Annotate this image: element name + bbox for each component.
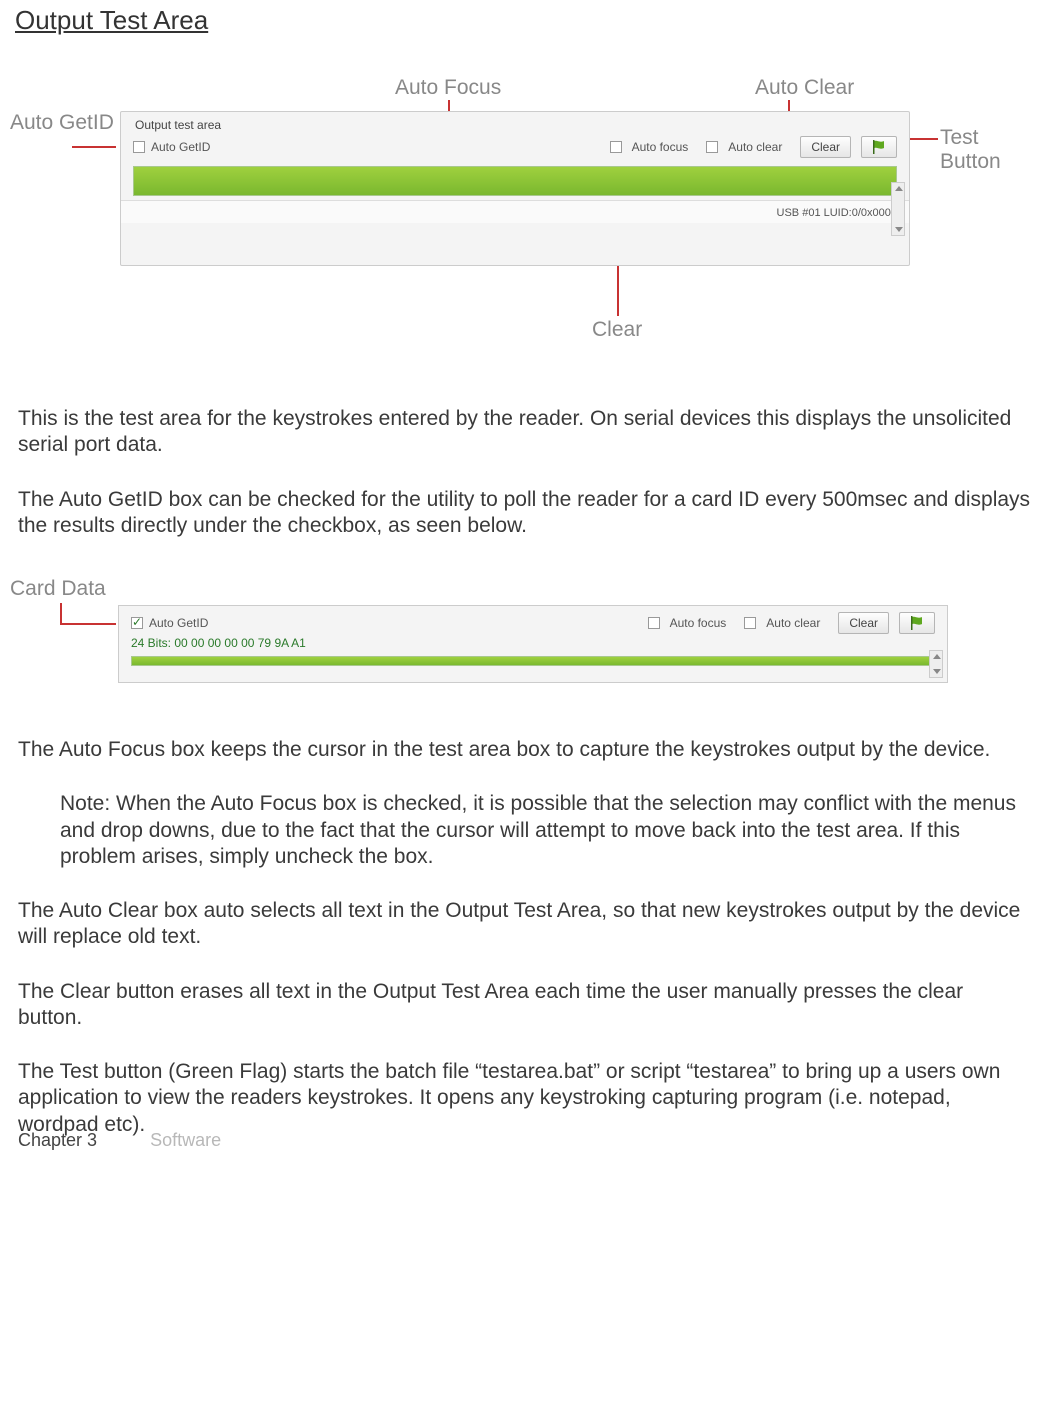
green-flag-icon [871, 140, 887, 154]
note-paragraph: Note: When the Auto Focus box is checked… [60, 791, 1032, 870]
auto-clear-label: Auto clear [728, 140, 782, 154]
scrollbar[interactable] [929, 650, 943, 678]
callout-auto-getid: Auto GetID [10, 111, 114, 135]
paragraph: The Auto Focus box keeps the cursor in t… [18, 737, 1032, 763]
diagram-card-data: Card Data Auto GetID Auto focus Auto cle… [10, 567, 1040, 697]
auto-getid-label: Auto GetID [149, 616, 208, 630]
paragraph: The Test button (Green Flag) starts the … [18, 1059, 1032, 1138]
footer-section: Software [150, 1130, 221, 1150]
auto-getid-label: Auto GetID [151, 140, 210, 154]
auto-clear-checkbox[interactable] [706, 141, 718, 153]
callout-test-button: Test Button [940, 126, 1040, 174]
paragraph: The Auto GetID box can be checked for th… [18, 487, 1032, 540]
page-footer: Chapter 3 Software [18, 1130, 1040, 1151]
auto-focus-checkbox[interactable] [610, 141, 622, 153]
arrow-line [72, 146, 116, 148]
arrow-line [60, 623, 116, 625]
section-title: Output Test Area [15, 5, 1040, 36]
panel-title: Output test area [121, 112, 909, 134]
clear-button[interactable]: Clear [838, 612, 889, 634]
test-button[interactable] [899, 612, 935, 634]
status-bar: USB #01 LUID:0/0x0000 [121, 200, 909, 223]
diagram-output-test-area: Auto GetID Auto Focus Auto Clear Test Bu… [10, 76, 1040, 366]
paragraph: The Auto Clear box auto selects all text… [18, 898, 1032, 951]
auto-getid-checkbox[interactable] [133, 141, 145, 153]
auto-focus-label: Auto focus [670, 616, 727, 630]
test-output-area[interactable] [133, 166, 897, 196]
auto-clear-label: Auto clear [766, 616, 820, 630]
auto-focus-label: Auto focus [632, 140, 689, 154]
test-output-area[interactable] [131, 656, 935, 666]
output-test-panel: Output test area Auto GetID Auto focus A… [120, 111, 910, 266]
card-data-readout: 24 Bits: 00 00 00 00 00 79 9A A1 [119, 636, 947, 652]
auto-clear-checkbox[interactable] [744, 617, 756, 629]
footer-chapter: Chapter 3 [18, 1130, 97, 1150]
green-flag-icon [909, 616, 925, 630]
card-data-panel: Auto GetID Auto focus Auto clear Clear 2… [118, 605, 948, 683]
callout-clear: Clear [592, 318, 642, 342]
callout-card-data: Card Data [10, 577, 106, 601]
callout-auto-focus: Auto Focus [395, 76, 501, 100]
clear-button[interactable]: Clear [800, 136, 851, 158]
paragraph: This is the test area for the keystrokes… [18, 406, 1032, 459]
arrow-line [60, 603, 62, 623]
auto-getid-checkbox[interactable] [131, 617, 143, 629]
callout-auto-clear: Auto Clear [755, 76, 854, 100]
test-button[interactable] [861, 136, 897, 158]
auto-focus-checkbox[interactable] [648, 617, 660, 629]
paragraph: The Clear button erases all text in the … [18, 979, 1032, 1032]
scrollbar[interactable] [891, 182, 905, 236]
